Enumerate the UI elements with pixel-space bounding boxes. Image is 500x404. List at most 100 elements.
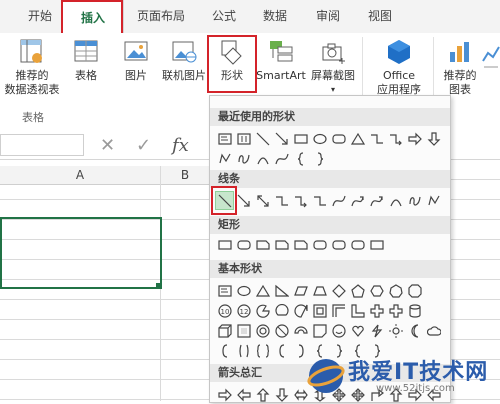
- shape-larrow-icon[interactable]: [235, 386, 252, 403]
- shape-plus-icon[interactable]: [387, 302, 404, 319]
- shape-darrow-icon[interactable]: [273, 386, 290, 403]
- shape-arrowline-icon[interactable]: [273, 130, 290, 147]
- shape-snip-icon[interactable]: [273, 236, 290, 253]
- shape-rect-icon[interactable]: [292, 130, 309, 147]
- shape-rrect-icon[interactable]: [311, 236, 328, 253]
- shape-oval-icon[interactable]: [235, 282, 252, 299]
- shape-rarrow-icon[interactable]: [216, 386, 233, 403]
- shape-elbowarrow-icon[interactable]: [292, 192, 309, 209]
- shape-tear-icon[interactable]: [292, 302, 309, 319]
- shape-octa-icon[interactable]: [406, 282, 423, 299]
- shape-dblbracket-icon[interactable]: [235, 342, 252, 359]
- shape-textbox-icon[interactable]: [216, 130, 233, 147]
- tab-view[interactable]: 视图: [368, 7, 392, 24]
- shape-lbracket-icon[interactable]: [216, 342, 233, 359]
- recommended-pivottable-button[interactable]: 推荐的 数据透视表: [2, 38, 62, 97]
- insert-function-button[interactable]: fx: [172, 135, 189, 156]
- shape-penta-icon[interactable]: [349, 282, 366, 299]
- shape-cube-icon[interactable]: [216, 322, 233, 339]
- shape-bevel-icon[interactable]: [235, 322, 252, 339]
- shape-lshape-icon[interactable]: [349, 302, 366, 319]
- shape-moon-icon[interactable]: [406, 322, 423, 339]
- shape-elbow-icon[interactable]: [311, 192, 328, 209]
- name-box[interactable]: [0, 134, 84, 156]
- smartart-button[interactable]: SmartArt: [255, 38, 307, 83]
- recommended-charts-button[interactable]: 推荐的 图表: [438, 38, 482, 97]
- shape-dblarrow-icon[interactable]: [254, 192, 271, 209]
- shape-rrect-icon[interactable]: [330, 130, 347, 147]
- shape-elbowarrow-icon[interactable]: [387, 130, 404, 147]
- shape-tri-icon[interactable]: [349, 130, 366, 147]
- shape-elbow-icon[interactable]: [273, 192, 290, 209]
- shape-can-icon[interactable]: [406, 302, 423, 319]
- shape-scribble-icon[interactable]: [235, 150, 252, 167]
- shape-snip-icon[interactable]: [292, 236, 309, 253]
- shape-deca-icon[interactable]: 10: [216, 302, 233, 319]
- shape-rarrow-icon[interactable]: [406, 130, 423, 147]
- table-button[interactable]: 表格: [68, 38, 104, 83]
- shape-smiley-icon[interactable]: [330, 322, 347, 339]
- shape-diamond-icon[interactable]: [330, 282, 347, 299]
- shape-textbox-icon[interactable]: [216, 282, 233, 299]
- shape-hepta-icon[interactable]: [387, 282, 404, 299]
- shape-noentry-icon[interactable]: [273, 322, 290, 339]
- selected-range[interactable]: [0, 217, 162, 289]
- screenshot-button[interactable]: 屏幕截图 ▾: [307, 38, 359, 97]
- shape-rect-icon[interactable]: [216, 236, 233, 253]
- column-header-b[interactable]: B: [161, 166, 209, 185]
- column-header-a[interactable]: A: [0, 166, 160, 185]
- shape-lbrace-icon[interactable]: [292, 150, 309, 167]
- tab-home[interactable]: 开始: [28, 7, 52, 24]
- shape-sun-icon[interactable]: [387, 322, 404, 339]
- shape-tri-icon[interactable]: [254, 282, 271, 299]
- shape-curvearrow-icon[interactable]: [368, 192, 385, 209]
- shape-scribble-icon[interactable]: [406, 192, 423, 209]
- shape-arrowline-icon[interactable]: [235, 192, 252, 209]
- shape-donut-icon[interactable]: [254, 322, 271, 339]
- shape-freeform-icon[interactable]: [216, 150, 233, 167]
- shape-line-icon[interactable]: [254, 130, 271, 147]
- shape-arc-icon[interactable]: [387, 192, 404, 209]
- tab-data[interactable]: 数据: [263, 7, 287, 24]
- shape-darrow-icon[interactable]: [425, 130, 442, 147]
- shape-dodeca-icon[interactable]: 12: [235, 302, 252, 319]
- shape-elbow-icon[interactable]: [368, 130, 385, 147]
- shape-hexa-icon[interactable]: [368, 282, 385, 299]
- shape-vtext-icon[interactable]: [235, 130, 252, 147]
- shape-rrect-icon[interactable]: [349, 236, 366, 253]
- shape-para-icon[interactable]: [292, 282, 309, 299]
- tab-review[interactable]: 审阅: [316, 7, 340, 24]
- shape-arc-icon[interactable]: [254, 150, 271, 167]
- shape-folded-icon[interactable]: [311, 322, 328, 339]
- shape-dblbrace-icon[interactable]: [254, 342, 271, 359]
- shape-oval-icon[interactable]: [311, 130, 328, 147]
- shape-snip-icon[interactable]: [254, 236, 271, 253]
- tab-page-layout[interactable]: 页面布局: [137, 7, 185, 24]
- enter-formula-button[interactable]: ✓: [136, 135, 151, 156]
- cancel-formula-button[interactable]: ✕: [100, 135, 115, 156]
- shape-halfframe-icon[interactable]: [330, 302, 347, 319]
- shape-pie-icon[interactable]: [254, 302, 271, 319]
- fill-handle[interactable]: [156, 283, 161, 288]
- line-chart-button[interactable]: [482, 43, 500, 77]
- shape-heart-icon[interactable]: [349, 322, 366, 339]
- shape-rbrace-icon[interactable]: [311, 150, 328, 167]
- shape-plus-icon[interactable]: [368, 302, 385, 319]
- tab-formulas[interactable]: 公式: [212, 7, 236, 24]
- shape-blockarc-icon[interactable]: [292, 322, 309, 339]
- shape-rrect-icon[interactable]: [235, 236, 252, 253]
- shape-cloud-icon[interactable]: [425, 322, 442, 339]
- online-picture-button[interactable]: 联机图片: [158, 38, 210, 83]
- shape-frame-icon[interactable]: [311, 302, 328, 319]
- shape-chord-icon[interactable]: [273, 302, 290, 319]
- shape-uarrow-icon[interactable]: [254, 386, 271, 403]
- shape-freeform-icon[interactable]: [425, 192, 442, 209]
- shape-trap-icon[interactable]: [311, 282, 328, 299]
- shape-lbracket-icon[interactable]: [273, 342, 290, 359]
- shape-rtri-icon[interactable]: [273, 282, 290, 299]
- shape-curve-icon[interactable]: [273, 150, 290, 167]
- shape-curve-icon[interactable]: [330, 192, 347, 209]
- shape-curvearrow-icon[interactable]: [349, 192, 366, 209]
- shape-rect-icon[interactable]: [368, 236, 385, 253]
- picture-button[interactable]: 图片: [118, 38, 154, 83]
